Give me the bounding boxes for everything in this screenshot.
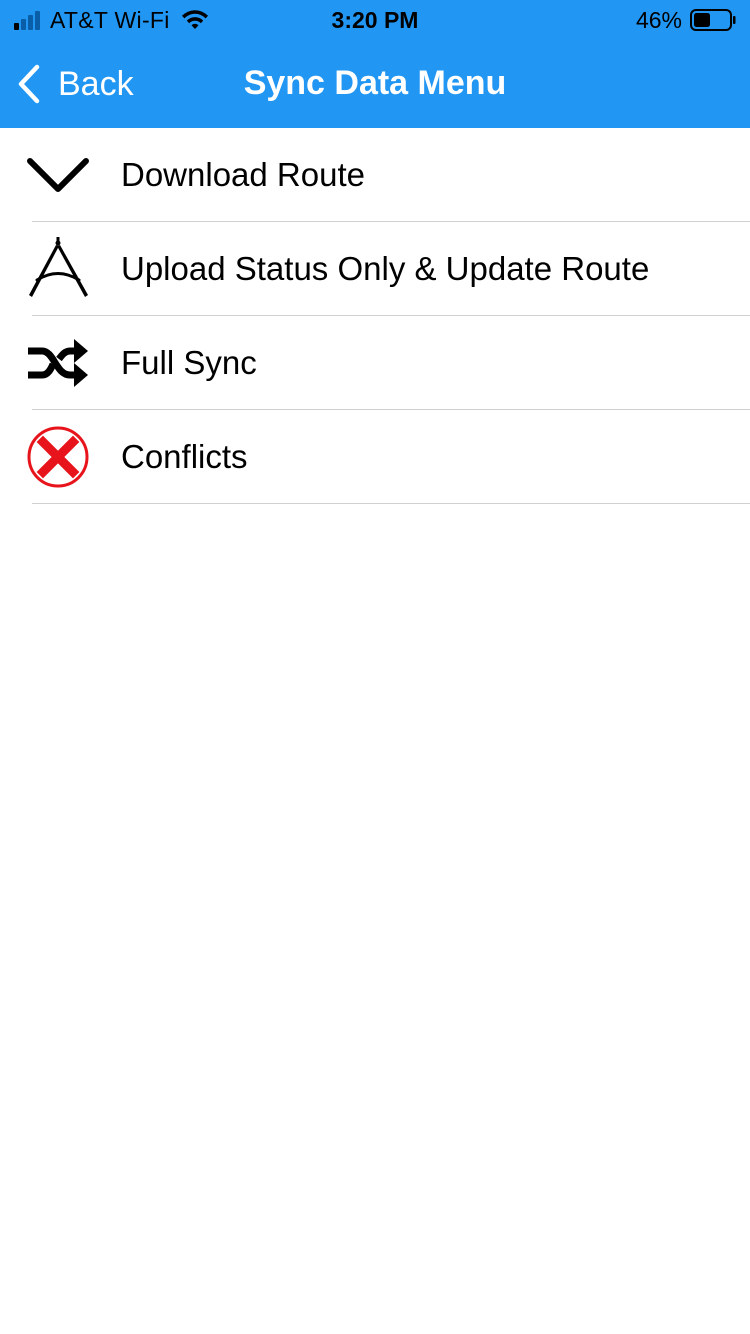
chevron-down-icon [27, 158, 89, 192]
menu-item-full-sync[interactable]: Full Sync [0, 316, 750, 410]
compass-drafting-icon [29, 237, 88, 297]
navigation-bar: Back Sync Data Menu [0, 40, 750, 128]
menu-item-upload-status[interactable]: Upload Status Only & Update Route [0, 222, 750, 316]
status-right: 46% [636, 6, 736, 34]
status-bar: AT&T Wi-Fi 3:20 PM 46% [0, 0, 750, 40]
menu-item-label: Download Route [121, 156, 365, 193]
battery-icon [690, 9, 736, 31]
menu-item-conflicts[interactable]: Conflicts [0, 410, 750, 504]
red-x-circle-icon [27, 426, 89, 488]
menu-item-label: Upload Status Only & Update Route [121, 250, 650, 287]
divider [32, 503, 750, 504]
battery-percent: 46% [635, 6, 682, 33]
page-title: Sync Data Menu [243, 64, 507, 102]
menu-item-download-route[interactable]: Download Route [0, 128, 750, 222]
menu-item-label: Conflicts [121, 438, 248, 475]
sync-menu-list: Download Route Upload Status Only & Upda… [0, 128, 750, 504]
menu-item-label: Full Sync [121, 344, 257, 381]
shuffle-icon [28, 339, 88, 387]
